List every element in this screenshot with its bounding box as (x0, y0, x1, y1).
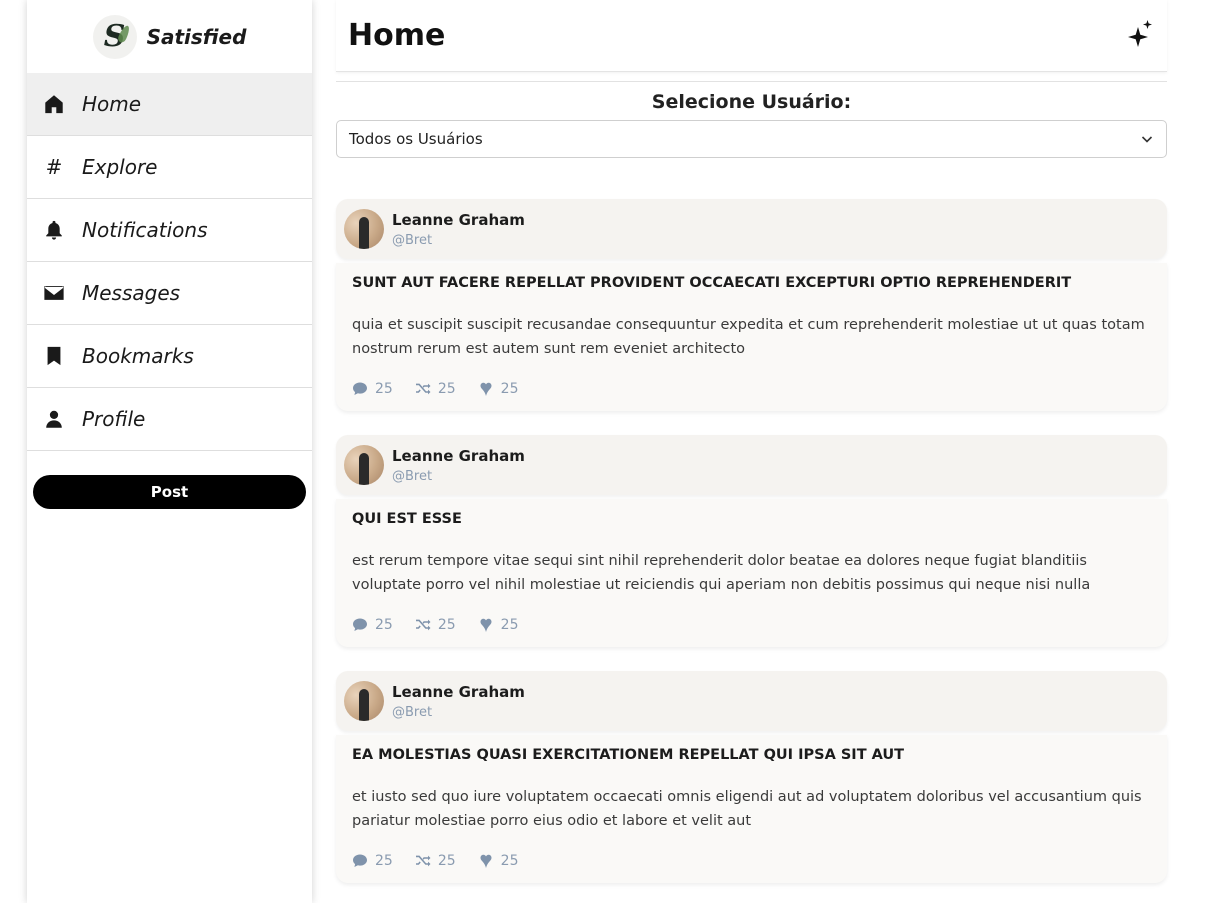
post-text: est rerum tempore vitae sequi sint nihil… (352, 553, 1091, 593)
post-body: EA MOLESTIAS QUASI EXERCITATIONEM REPELL… (336, 735, 1167, 883)
shuffle-icon (415, 383, 431, 395)
author-handle: @Bret (392, 704, 433, 720)
like-button[interactable]: 25 (478, 853, 519, 869)
author-name[interactable]: Leanne Graham (392, 683, 525, 701)
bookmark-icon (42, 344, 66, 368)
shuffle-icon (415, 619, 431, 631)
sidebar: S Satisfied Home # Explore Notifications (27, 0, 312, 903)
sidebar-item-label: Home (82, 92, 142, 116)
author-handle: @Bret (392, 468, 433, 484)
avatar[interactable] (344, 445, 384, 485)
post-header: Leanne Graham @Bret (336, 199, 1167, 259)
author-info: Leanne Graham @Bret (392, 447, 525, 484)
comment-icon (353, 618, 367, 631)
post-actions: 25 25 25 (352, 613, 1151, 637)
post-body: QUI EST ESSE est rerum tempore vitae seq… (336, 499, 1167, 647)
author-info: Leanne Graham @Bret (392, 211, 525, 248)
page-title: Home (348, 18, 446, 53)
heart-icon (480, 382, 492, 396)
sidebar-item-home[interactable]: Home (27, 73, 312, 136)
shuffle-icon (415, 855, 431, 867)
heart-icon (480, 618, 492, 632)
sidebar-item-label: Profile (82, 407, 146, 431)
post-text: et iusto sed quo iure voluptatem occaeca… (352, 789, 1142, 829)
post-card[interactable]: Leanne Graham @Bret EA MOLESTIAS QUASI E… (336, 671, 1167, 883)
header: Home (336, 0, 1167, 72)
hash-icon: # (45, 155, 63, 179)
retweet-button[interactable]: 25 (415, 381, 456, 397)
main-content: Home Selecione Usuário: Todos os Usuário… (336, 0, 1167, 903)
post-header: Leanne Graham @Bret (336, 671, 1167, 731)
comment-icon (353, 854, 367, 867)
divider (336, 81, 1167, 82)
sidebar-item-label: Explore (82, 155, 158, 179)
like-button[interactable]: 25 (478, 617, 519, 633)
comment-count: 25 (375, 853, 393, 869)
post-text: quia et suscipit suscipit recusandae con… (352, 317, 1145, 357)
logo: S (92, 14, 137, 59)
author-name[interactable]: Leanne Graham (392, 447, 525, 465)
sidebar-item-label: Notifications (82, 218, 208, 242)
comment-button[interactable]: 25 (352, 381, 393, 397)
heart-icon (480, 854, 492, 868)
avatar[interactable] (344, 209, 384, 249)
sidebar-item-messages[interactable]: Messages (27, 262, 312, 325)
sidebar-item-notifications[interactable]: Notifications (27, 199, 312, 262)
sidebar-item-explore[interactable]: # Explore (27, 136, 312, 199)
sidebar-item-bookmarks[interactable]: Bookmarks (27, 325, 312, 388)
post-body: SUNT AUT FACERE REPELLAT PROVIDENT OCCAE… (336, 263, 1167, 411)
post-actions: 25 25 25 (352, 377, 1151, 401)
sparkles-icon[interactable] (1125, 19, 1155, 53)
like-count: 25 (500, 617, 519, 633)
bell-icon (42, 218, 66, 242)
page: S Satisfied Home # Explore Notifications (0, 0, 1215, 903)
post-title: EA MOLESTIAS QUASI EXERCITATIONEM REPELL… (352, 747, 905, 763)
chevron-down-icon (1141, 136, 1153, 143)
home-icon (42, 92, 66, 116)
user-select-value: Todos os Usuários (349, 130, 483, 148)
author-handle: @Bret (392, 232, 433, 248)
brand-name: Satisfied (146, 24, 247, 49)
retweet-count: 25 (437, 853, 456, 869)
sidebar-item-profile[interactable]: Profile (27, 388, 312, 451)
author-info: Leanne Graham @Bret (392, 683, 525, 720)
comment-button[interactable]: 25 (352, 617, 393, 633)
like-button[interactable]: 25 (478, 381, 519, 397)
user-icon (42, 407, 66, 431)
avatar[interactable] (344, 681, 384, 721)
comment-icon (353, 382, 367, 395)
post-card[interactable]: Leanne Graham @Bret SUNT AUT FACERE REPE… (336, 199, 1167, 411)
comment-button[interactable]: 25 (352, 853, 393, 869)
feed: Leanne Graham @Bret SUNT AUT FACERE REPE… (336, 199, 1167, 883)
post-title: SUNT AUT FACERE REPELLAT PROVIDENT OCCAE… (352, 275, 1072, 291)
author-name[interactable]: Leanne Graham (392, 211, 525, 229)
post-title: QUI EST ESSE (352, 511, 462, 527)
sidebar-item-label: Bookmarks (82, 344, 194, 368)
post-actions: 25 25 25 (352, 849, 1151, 873)
retweet-button[interactable]: 25 (415, 617, 456, 633)
post-card[interactable]: Leanne Graham @Bret QUI EST ESSE est rer… (336, 435, 1167, 647)
sidebar-item-label: Messages (82, 281, 181, 305)
comment-count: 25 (375, 381, 393, 397)
like-count: 25 (500, 853, 519, 869)
post-header: Leanne Graham @Bret (336, 435, 1167, 495)
retweet-count: 25 (437, 381, 456, 397)
sidebar-nav: Home # Explore Notifications Messages Bo… (27, 73, 312, 451)
like-count: 25 (500, 381, 519, 397)
user-select[interactable]: Todos os Usuários (336, 120, 1167, 158)
retweet-count: 25 (437, 617, 456, 633)
brand[interactable]: S Satisfied (27, 0, 312, 73)
comment-count: 25 (375, 617, 393, 633)
envelope-icon (42, 281, 66, 305)
user-select-label: Selecione Usuário: (651, 91, 852, 113)
post-button[interactable]: Post (33, 475, 306, 509)
retweet-button[interactable]: 25 (415, 853, 456, 869)
